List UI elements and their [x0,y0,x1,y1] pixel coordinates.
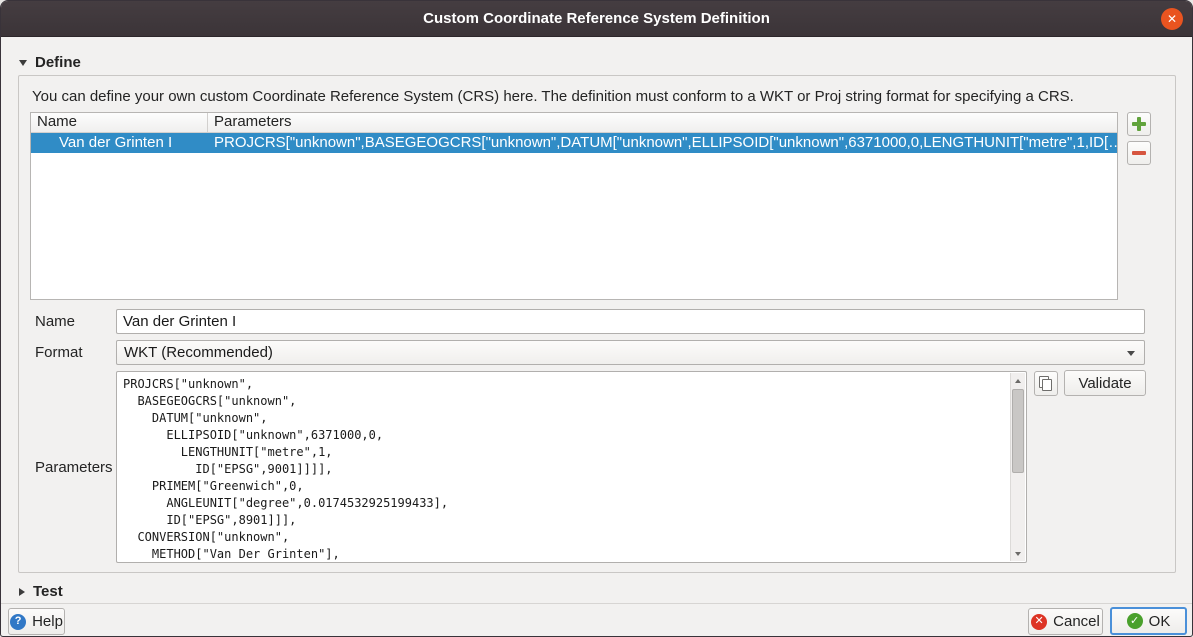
custom-crs-dialog: Custom Coordinate Reference System Defin… [0,0,1193,637]
define-section-header[interactable]: Define [19,54,81,71]
define-section-frame: You can define your own custom Coordinat… [18,75,1176,573]
scroll-up-button[interactable] [1011,373,1025,388]
cancel-icon: ✕ [1031,614,1047,630]
column-header-parameters[interactable]: Parameters [208,113,1117,132]
copy-parameters-button[interactable] [1034,371,1058,396]
scroll-down-icon [1015,552,1021,556]
scroll-up-icon [1015,379,1021,383]
validate-button[interactable]: Validate [1064,370,1146,396]
collapse-closed-icon [19,588,25,596]
crs-table-header: Name Parameters [31,113,1117,133]
cancel-button[interactable]: ✕ Cancel [1028,608,1103,635]
plus-icon [1132,117,1146,131]
test-section-header[interactable]: Test [19,583,63,600]
test-section-title: Test [33,583,63,600]
parameters-editor[interactable]: PROJCRS["unknown", BASEGEOGCRS["unknown"… [116,371,1027,563]
help-button[interactable]: ? Help [8,608,65,635]
crs-help-text: You can define your own custom Coordinat… [32,88,1164,105]
help-icon: ? [10,614,26,630]
window-title: Custom Coordinate Reference System Defin… [423,10,770,27]
copy-icon-front-page [1042,379,1052,391]
minus-icon [1132,151,1146,155]
footer-separator [1,603,1192,604]
format-selected-value: WKT (Recommended) [124,344,273,361]
crs-table-row[interactable]: Van der Grinten I PROJCRS["unknown",BASE… [31,133,1117,153]
column-header-name[interactable]: Name [31,113,208,132]
name-label: Name [35,313,75,330]
add-crs-button[interactable] [1127,112,1151,136]
cancel-label: Cancel [1053,613,1100,630]
collapse-open-icon [19,60,27,66]
crs-row-name: Van der Grinten I [31,133,208,153]
define-section-title: Define [35,54,81,71]
close-button[interactable]: ✕ [1161,8,1183,30]
remove-crs-button[interactable] [1127,141,1151,165]
ok-button[interactable]: ✓ OK [1110,607,1187,635]
help-label: Help [32,613,63,630]
format-label: Format [35,344,83,361]
scroll-down-button[interactable] [1011,546,1025,561]
scrollbar-thumb[interactable] [1012,389,1024,473]
parameters-scrollbar[interactable] [1010,373,1025,561]
name-input[interactable] [116,309,1145,334]
chevron-down-icon [1127,351,1135,356]
parameters-text: PROJCRS["unknown", BASEGEOGCRS["unknown"… [123,376,1006,560]
close-icon: ✕ [1167,13,1177,25]
crs-row-parameters: PROJCRS["unknown",BASEGEOGCRS["unknown",… [208,133,1117,153]
ok-label: OK [1149,613,1171,630]
parameters-label: Parameters [35,459,113,476]
titlebar[interactable]: Custom Coordinate Reference System Defin… [1,1,1192,37]
format-select[interactable]: WKT (Recommended) [116,340,1145,365]
crs-table[interactable]: Name Parameters Van der Grinten I PROJCR… [30,112,1118,300]
ok-icon: ✓ [1127,613,1143,629]
copy-icon [1039,376,1053,391]
